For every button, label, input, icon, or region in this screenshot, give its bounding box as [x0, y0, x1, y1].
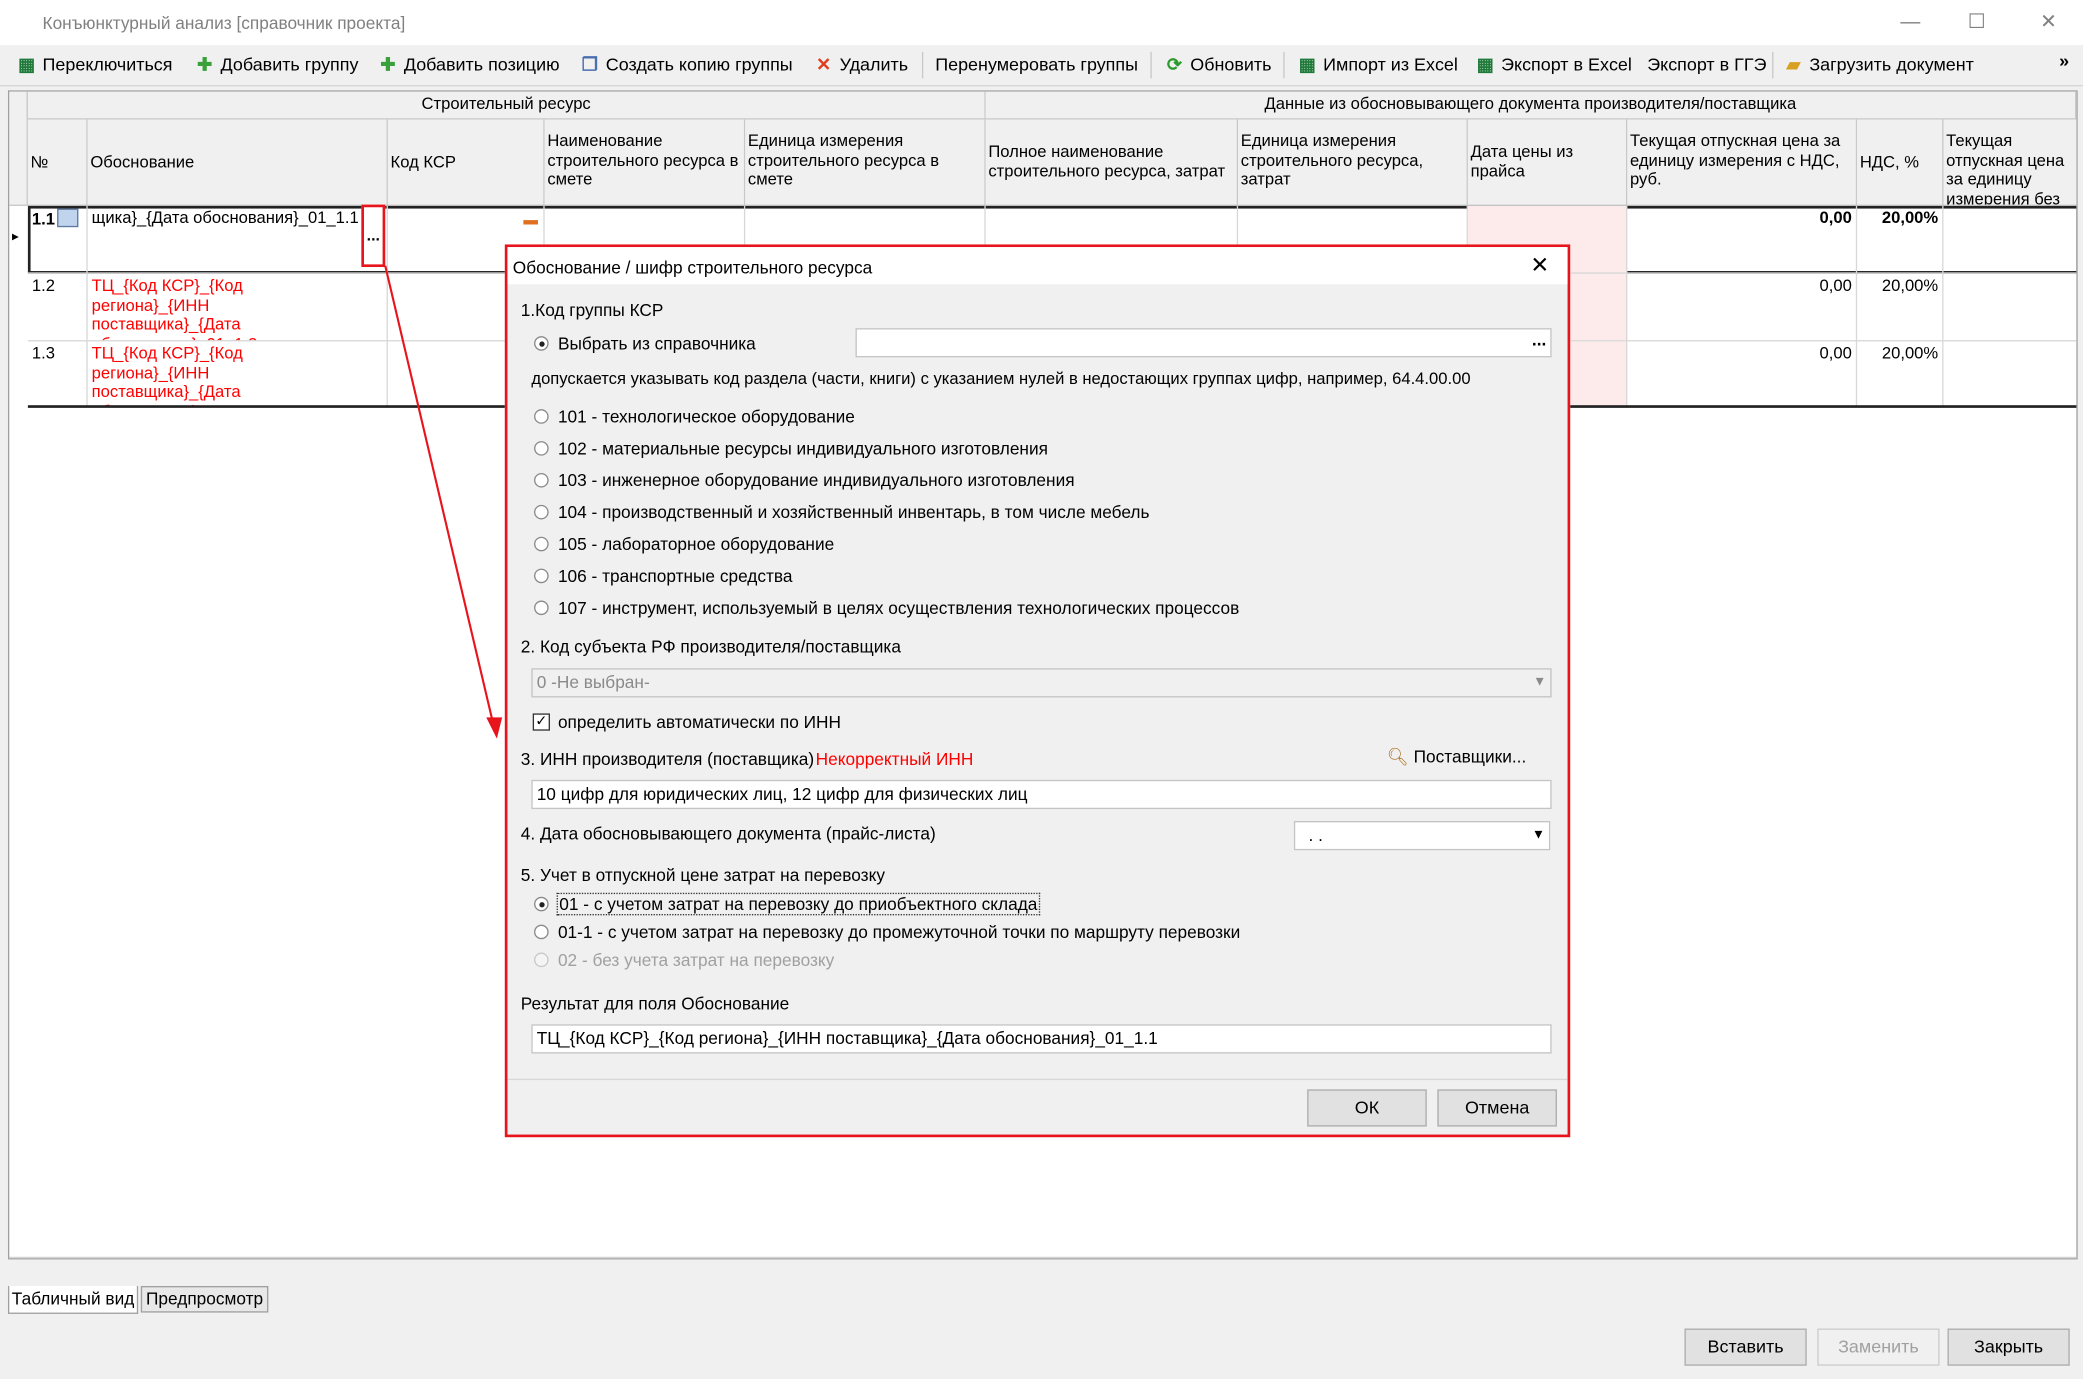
tab-table-view[interactable]: Табличный вид	[7, 1286, 139, 1314]
option-106-radio[interactable]	[534, 568, 549, 584]
result-label: Результат для поля Обоснование	[520, 993, 790, 1014]
section-inn-label: 3. ИНН производителя (поставщика)	[520, 749, 815, 770]
basis-dialog: Обоснование / шифр строительного ресурса…	[504, 244, 1571, 1138]
option-107-radio[interactable]	[534, 600, 549, 616]
date-picker[interactable]: . . ▼	[1293, 821, 1551, 851]
dialog-divider	[507, 1078, 1568, 1081]
tab-preview[interactable]: Предпросмотр	[140, 1286, 269, 1313]
option-104-radio[interactable]	[534, 504, 549, 520]
section-date-label: 4. Дата обосновывающего документа (прайс…	[520, 823, 936, 844]
ksr-code-input[interactable]: ...	[855, 328, 1552, 358]
close-button[interactable]: Закрыть	[1947, 1328, 2070, 1366]
transport-01-1-radio[interactable]	[534, 924, 549, 940]
option-102-radio[interactable]	[534, 441, 549, 456]
ksr-hint: допускается указывать код раздела (части…	[531, 369, 1471, 388]
transport-01-radio[interactable]	[534, 896, 549, 912]
region-select[interactable]: 0 -Не выбран- ▼	[531, 668, 1552, 698]
transport-01-label: 01 - с учетом затрат на перевозку до при…	[556, 892, 1041, 916]
ksr-ellipsis-button[interactable]: ...	[1532, 329, 1546, 353]
suppliers-link[interactable]: 🔍︎ Поставщики...	[1387, 747, 1526, 768]
chevron-down-icon: ▼	[1531, 827, 1545, 843]
result-field[interactable]: ТЦ_{Код КСР}_{Код региона}_{ИНН поставщи…	[531, 1024, 1552, 1054]
option-106-label: 106 - транспортные средства	[557, 565, 793, 586]
option-101-label: 101 - технологическое оборудование	[557, 406, 855, 427]
option-104-label: 104 - производственный и хозяйственный и…	[557, 502, 1150, 523]
option-105-label: 105 - лабораторное оборудование	[557, 534, 835, 554]
transport-02-radio[interactable]	[534, 952, 549, 968]
option-105-radio[interactable]	[534, 536, 549, 552]
insert-button[interactable]: Вставить	[1684, 1328, 1807, 1366]
transport-02-label: 02 - без учета затрат на перевозку	[557, 949, 835, 970]
magnifier-icon: 🔍︎	[1386, 746, 1409, 767]
chevron-down-icon: ▼	[1533, 674, 1547, 690]
dialog-title-bar: Обоснование / шифр строительного ресурса…	[507, 247, 1568, 285]
select-from-ref-label: Выбрать из справочника	[557, 333, 756, 354]
option-103-radio[interactable]	[534, 472, 549, 488]
option-103-label: 103 - инженерное оборудование индивидуал…	[557, 470, 1075, 491]
option-101-radio[interactable]	[534, 409, 549, 424]
dialog-close-icon[interactable]: ✕	[1530, 252, 1549, 279]
inn-input[interactable]: 10 цифр для юридических лиц, 12 цифр для…	[531, 779, 1552, 810]
auto-inn-checkbox[interactable]: ✓	[532, 713, 550, 731]
window: Конъюнктурный анализ [справочник проекта…	[0, 0, 2083, 1379]
option-107-label: 107 - инструмент, используемый в целях о…	[557, 597, 1240, 618]
option-102-label: 102 - материальные ресурсы индивидуально…	[557, 438, 1048, 459]
replace-button[interactable]: Заменить	[1817, 1328, 1940, 1366]
section-region-label: 2. Код субъекта РФ производителя/поставщ…	[520, 636, 901, 657]
ok-button[interactable]: ОК	[1307, 1089, 1427, 1127]
section-ksr-label: 1.Код группы КСР	[520, 300, 664, 321]
dialog-title: Обоснование / шифр строительного ресурса	[512, 257, 873, 278]
inn-error-label: Некорректный ИНН	[815, 749, 974, 770]
transport-01-1-label: 01-1 - с учетом затрат на перевозку до п…	[557, 921, 1241, 942]
auto-inn-label: определить автоматически по ИНН	[557, 712, 842, 733]
select-from-ref-radio[interactable]	[534, 336, 549, 351]
section-transport-label: 5. Учет в отпускной цене затрат на перев…	[520, 864, 885, 885]
cancel-button[interactable]: Отмена	[1437, 1089, 1557, 1127]
